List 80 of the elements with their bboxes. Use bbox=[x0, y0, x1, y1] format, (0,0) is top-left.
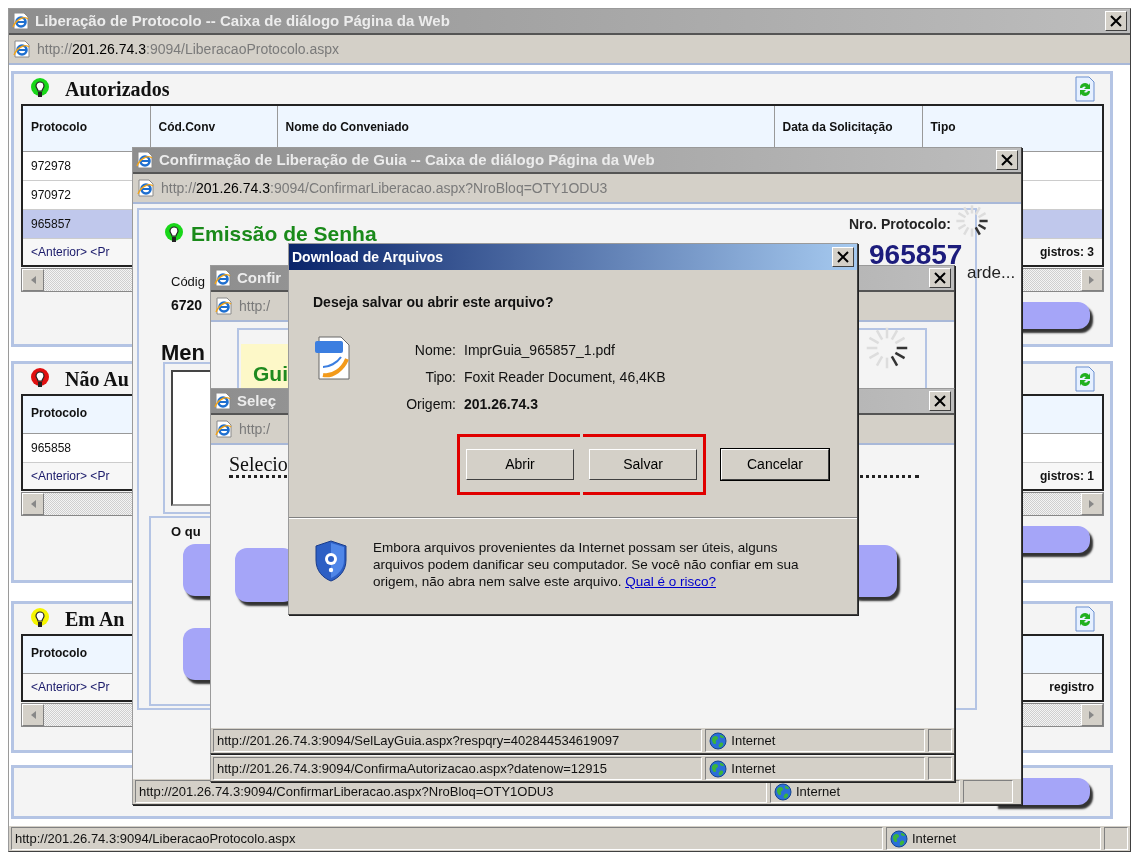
scroll-arrow-icon bbox=[29, 710, 37, 720]
code-value: 6720 bbox=[171, 296, 203, 315]
globe-icon bbox=[890, 829, 908, 848]
record-count: gistros: 1 bbox=[1040, 467, 1094, 485]
browser-icon bbox=[214, 269, 232, 287]
globe-icon bbox=[774, 782, 792, 801]
scroll-arrow-icon bbox=[1088, 275, 1096, 285]
protocol-label: Nro. Protocolo: bbox=[849, 215, 951, 234]
close-icon bbox=[837, 251, 849, 263]
browser-icon bbox=[137, 179, 155, 197]
lightbulb-icon bbox=[163, 222, 185, 245]
close-icon bbox=[934, 395, 946, 407]
panel-title: Em An bbox=[65, 607, 125, 632]
scroll-arrow-icon bbox=[29, 275, 37, 285]
browser-icon bbox=[215, 297, 233, 315]
record-count: gistros: 3 bbox=[1040, 243, 1094, 261]
globe-icon bbox=[709, 731, 728, 750]
pager-links[interactable]: <Anterior> <Pr bbox=[31, 242, 110, 261]
field-label: Tipo: bbox=[424, 368, 456, 387]
zone-label: Internet bbox=[731, 759, 776, 778]
window-title: Liberação de Protocolo -- Caixa de diálogo Página da Web bbox=[35, 10, 450, 31]
zone-label: Internet bbox=[731, 731, 776, 750]
refresh-icon bbox=[1074, 606, 1096, 632]
section-heading: Emissão de Senha bbox=[191, 221, 377, 247]
status-segment bbox=[928, 757, 952, 780]
column-header: Protocolo bbox=[22, 105, 150, 151]
shield-icon bbox=[313, 539, 349, 583]
dialog-button[interactable]: Abrir bbox=[466, 449, 574, 480]
panel-title: Não Au bbox=[65, 367, 129, 392]
globe-icon bbox=[709, 759, 728, 778]
status-url: http://201.26.74.3:9094/LiberacaoProtocolo.aspx bbox=[11, 827, 883, 850]
loading-spinner-icon bbox=[955, 204, 989, 238]
close-button[interactable] bbox=[929, 268, 951, 288]
loading-spinner-icon bbox=[865, 326, 909, 370]
status-segment bbox=[1104, 827, 1128, 850]
address-text: http://201.26.74.3:9094/LiberacaoProtocolo.aspx bbox=[37, 39, 340, 59]
address-text: http://201.26.74.3:9094/ConfirmarLiberacao.aspx?NroBloq=OTY1ODU3 bbox=[161, 178, 608, 198]
protocol-number: 965857 bbox=[869, 238, 963, 272]
field-label: Nome: bbox=[413, 341, 456, 360]
scroll-arrow-icon bbox=[1088, 499, 1096, 509]
question-text: Deseja salvar ou abrir este arquivo? bbox=[313, 293, 555, 312]
browser-icon bbox=[12, 12, 30, 30]
warning-text: Embora arquivos provenientes da Internet possam ser úteis, alguns arquivos podem danificar seu computador. Se você não confiar em sua origem, não abra nem salve este arquivo. Qual é o risco? bbox=[373, 539, 800, 590]
record-count: registro bbox=[1049, 678, 1094, 696]
options-label: O qu bbox=[171, 523, 201, 541]
pager-links[interactable]: <Anterior> <Pr bbox=[31, 677, 110, 696]
window-title: Confir bbox=[237, 267, 282, 288]
refresh-icon bbox=[1074, 76, 1096, 102]
wait-text: arde... bbox=[967, 262, 1016, 284]
status-url: http://201.26.74.3:9094/ConfirmaAutorizacao.aspx?datenow=12915 bbox=[213, 757, 703, 780]
window-title: Download de Arquivos bbox=[292, 247, 444, 267]
window-title: Confirmação de Liberação de Guia -- Caixa de diálogo Página da Web bbox=[159, 149, 655, 170]
status-url: http://201.26.74.3:9094/SelLayGuia.aspx?respqry=402844534619097 bbox=[213, 729, 703, 752]
browser-icon bbox=[215, 420, 233, 438]
browser-icon bbox=[13, 40, 31, 58]
close-button[interactable] bbox=[832, 247, 854, 267]
column-header: Tipo bbox=[922, 105, 1103, 151]
panel-title: Autorizados bbox=[65, 77, 170, 102]
browser-icon bbox=[136, 151, 154, 169]
address-text: http:/ bbox=[239, 296, 271, 316]
close-button[interactable] bbox=[1105, 11, 1127, 31]
close-button[interactable] bbox=[929, 391, 951, 411]
close-icon bbox=[1001, 154, 1013, 166]
zone-label: Internet bbox=[796, 782, 841, 801]
code-label: Códig bbox=[171, 273, 205, 291]
dialog-button[interactable]: Salvar bbox=[589, 449, 697, 480]
close-icon bbox=[934, 272, 946, 284]
browser-icon bbox=[214, 392, 232, 410]
scroll-arrow-icon bbox=[1088, 710, 1096, 720]
pager-links[interactable]: <Anterior> <Pr bbox=[31, 466, 110, 485]
zone-label: Internet bbox=[912, 829, 957, 848]
message-label: Men bbox=[161, 339, 205, 367]
refresh-icon bbox=[1074, 366, 1096, 392]
status-segment bbox=[963, 780, 1013, 803]
close-button[interactable] bbox=[996, 150, 1018, 170]
scroll-arrow-icon bbox=[29, 499, 37, 509]
status-segment bbox=[928, 729, 952, 752]
risk-link[interactable]: Qual é o risco? bbox=[625, 574, 716, 589]
dialog-button[interactable]: Cancelar bbox=[721, 449, 829, 480]
close-icon bbox=[1110, 15, 1122, 27]
